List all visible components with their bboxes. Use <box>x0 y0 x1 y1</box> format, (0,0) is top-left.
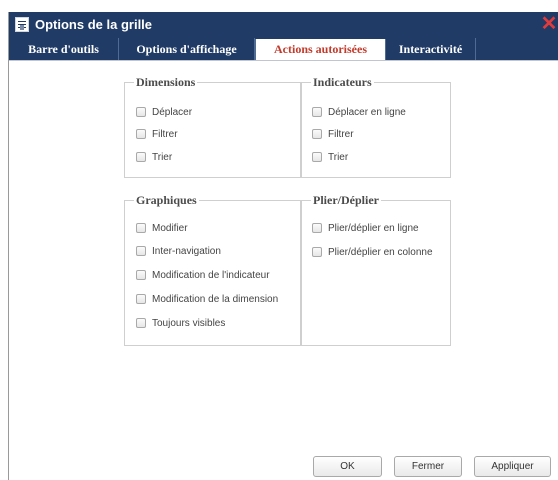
appliquer-button[interactable]: Appliquer <box>474 456 551 477</box>
tab-actions-autorisees[interactable]: Actions autorisées <box>255 39 386 60</box>
graphiques-legend: Graphiques <box>136 193 197 207</box>
indicateurs-legend: Indicateurs <box>313 75 372 89</box>
fermer-button[interactable]: Fermer <box>394 456 462 477</box>
checkbox[interactable] <box>136 294 146 304</box>
dimensions-legend: Dimensions <box>136 75 196 89</box>
tab-divider <box>9 60 558 61</box>
checkbox[interactable] <box>312 129 322 139</box>
title-bar[interactable]: Options de la grille ✕ <box>9 12 558 38</box>
tab-barre-outils[interactable]: Barre d'outils <box>9 38 119 60</box>
dialog-title: Options de la grille <box>35 17 153 32</box>
option-label: Déplacer en ligne <box>328 107 406 118</box>
checkbox[interactable] <box>312 247 322 257</box>
checkbox[interactable] <box>136 246 146 256</box>
ok-button[interactable]: OK <box>313 456 382 477</box>
option-label: Toujours visibles <box>152 318 226 329</box>
background-strip <box>0 0 558 12</box>
option-label: Plier/déplier en ligne <box>328 223 419 234</box>
dimensions-group: Dimensions <box>124 76 301 178</box>
option-label: Modification de la dimension <box>152 294 279 305</box>
checkbox[interactable] <box>312 223 322 233</box>
checkbox[interactable] <box>136 270 146 280</box>
tab-bar: Barre d'outils Options d'affichage Actio… <box>9 38 558 60</box>
option-label: Trier <box>152 152 173 163</box>
option-label: Modifier <box>152 223 188 234</box>
checkbox[interactable] <box>136 318 146 328</box>
option-label: Inter-navigation <box>152 246 221 257</box>
close-icon[interactable]: ✕ <box>540 14 558 34</box>
tab-interactivite[interactable]: Interactivité <box>386 38 476 60</box>
option-label: Déplacer <box>152 107 193 118</box>
option-label: Trier <box>328 152 349 163</box>
checkbox[interactable] <box>136 129 146 139</box>
grid-options-dialog: Options de la grille ✕ Barre d'outils Op… <box>8 12 558 480</box>
checkbox[interactable] <box>312 107 322 117</box>
option-label: Plier/déplier en colonne <box>328 247 433 258</box>
checkbox[interactable] <box>136 223 146 233</box>
checkbox[interactable] <box>312 152 322 162</box>
grid-options-icon <box>15 17 29 32</box>
checkbox[interactable] <box>136 107 146 117</box>
checkbox[interactable] <box>136 152 146 162</box>
option-label: Filtrer <box>152 129 178 140</box>
plier-deplier-group: Plier/Déplier <box>301 194 451 346</box>
plier-deplier-legend: Plier/Déplier <box>313 193 379 207</box>
indicateurs-group: Indicateurs <box>301 76 451 178</box>
option-label: Modification de l'indicateur <box>152 270 270 281</box>
option-label: Filtrer <box>328 129 354 140</box>
tab-options-affichage[interactable]: Options d'affichage <box>119 38 255 60</box>
